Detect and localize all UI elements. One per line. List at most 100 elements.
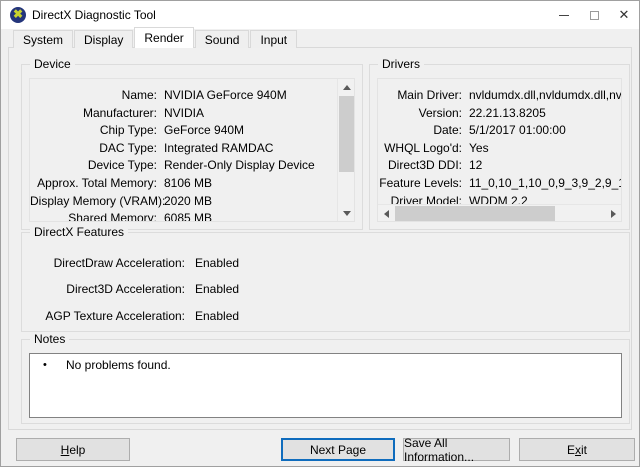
scroll-up-button[interactable] [338,79,355,95]
directx-x-glyph: ✖ [10,6,26,22]
feature-row-direct3d: Direct3D Acceleration: Enabled [22,276,629,302]
device-row-device-type: Device Type:Render-Only Display Device [30,157,336,175]
window-controls: ✕ [549,1,639,29]
device-group-legend: Device [30,57,75,72]
device-vertical-scrollbar[interactable] [337,79,354,221]
scroll-down-button[interactable] [338,205,355,221]
maximize-button[interactable] [579,1,609,29]
note-item: • No problems found. [30,354,621,373]
drivers-whql-label: WHQL Logo'd: [378,140,462,158]
save-all-information-button[interactable]: Save All Information... [403,438,510,461]
tab-display[interactable]: Display [74,30,133,48]
drivers-feature-levels-label: Feature Levels: [378,175,462,193]
tab-strip: System Display Render Sound Input [1,30,298,48]
device-name-label: Name: [30,87,157,105]
tab-system[interactable]: System [13,30,73,48]
tab-input[interactable]: Input [250,30,297,48]
dxdiag-window: ✖ DirectX Diagnostic Tool ✕ System Displ… [0,0,640,467]
device-row-manufacturer: Manufacturer:NVIDIA [30,105,336,123]
directx-features-group: DirectX Features DirectDraw Acceleration… [21,232,630,332]
drivers-ddi-label: Direct3D DDI: [378,157,462,175]
drivers-whql-value: Yes [469,140,489,158]
tab-system-label: System [23,33,63,47]
agp-texture-status: Enabled [195,303,239,329]
device-row-vram: Display Memory (VRAM):2020 MB [30,193,336,211]
drivers-main-driver-label: Main Driver: [378,87,462,105]
tab-sound[interactable]: Sound [195,30,250,48]
title-bar: ✖ DirectX Diagnostic Tool ✕ [1,1,639,29]
render-tab-page: Device Name: NVIDIA GeForce 940M Manufact… [8,47,632,430]
drivers-row-main-driver: Main Driver:nvldumdx.dll,nvldumdx.dll,nv… [378,87,621,105]
scroll-left-button[interactable] [378,205,394,222]
device-row-dac-type: DAC Type:Integrated RAMDAC [30,140,336,158]
scroll-left-icon [384,210,389,218]
device-dac-type-label: DAC Type: [30,140,157,158]
directdraw-status: Enabled [195,250,239,276]
vertical-scroll-thumb[interactable] [339,96,354,172]
direct3d-status: Enabled [195,276,239,302]
drivers-version-label: Version: [378,105,462,123]
device-manufacturer-label: Manufacturer: [30,105,157,123]
scroll-right-button[interactable] [605,205,621,222]
drivers-date-value: 5/1/2017 01:00:00 [469,122,566,140]
drivers-version-value: 22.21.13.8205 [469,105,546,123]
device-row-total-memory: Approx. Total Memory:8106 MB [30,175,336,193]
direct3d-label: Direct3D Acceleration: [22,276,185,302]
feature-row-agp-texture: AGP Texture Acceleration: Enabled [22,303,629,329]
tab-display-label: Display [84,33,123,47]
notes-group: Notes • No problems found. [21,339,630,424]
drivers-feature-levels-value: 11_0,10_1,10_0,9_3,9_2,9_1 [469,175,621,193]
drivers-group-legend: Drivers [378,57,424,72]
agp-texture-label: AGP Texture Acceleration: [22,303,185,329]
scroll-right-icon [611,210,616,218]
tab-input-label: Input [260,33,287,47]
device-row-chip-type: Chip Type: GeForce 940M [30,122,336,140]
drivers-row-feature-levels: Feature Levels: 11_0,10_1,10_0,9_3,9_2,9_… [378,175,621,193]
note-bullet: • [43,358,66,373]
save-all-information-button-label: Save All Information... [404,436,509,464]
next-page-button-label: Next Page [310,443,366,457]
drivers-group: Drivers Main Driver:nvldumdx.dll,nvldumd… [369,64,630,230]
device-shared-memory-value: 6085 MB [164,210,212,222]
close-button[interactable]: ✕ [609,1,639,29]
drivers-row-ddi: Direct3D DDI: 12 [378,157,621,175]
scroll-up-icon [343,85,351,90]
device-chip-type-label: Chip Type: [30,122,157,140]
drivers-row-date: Date: 5/1/2017 01:00:00 [378,122,621,140]
note-text: No problems found. [66,358,171,373]
device-group: Device Name:NVIDIA GeForce 940M Manufact… [21,64,363,230]
device-device-type-label: Device Type: [30,157,157,175]
exit-button[interactable]: Exit [519,438,635,461]
drivers-horizontal-scrollbar[interactable] [378,204,621,221]
device-name-value: NVIDIA GeForce 940M [164,87,287,105]
tab-render[interactable]: Render [134,27,193,48]
drivers-info-panel: Main Driver:nvldumdx.dll,nvldumdx.dll,nv… [377,78,622,222]
features-rows: DirectDraw Acceleration: Enabled Direct3D… [22,233,629,329]
scroll-down-icon [343,211,351,216]
device-total-memory-value: 8106 MB [164,175,212,193]
device-shared-memory-label: Shared Memory: [30,210,157,222]
maximize-icon [590,11,599,20]
horizontal-scroll-thumb[interactable] [395,206,555,221]
directdraw-label: DirectDraw Acceleration: [22,250,185,276]
notes-group-legend: Notes [30,332,69,347]
drivers-ddi-value: 12 [469,157,482,175]
next-page-button[interactable]: Next Page [281,438,395,461]
directx-features-legend: DirectX Features [30,225,128,240]
feature-row-directdraw: DirectDraw Acceleration: Enabled [22,250,629,276]
close-icon: ✕ [619,7,630,23]
help-button-label: Help [61,443,86,457]
help-button[interactable]: Help [16,438,130,461]
device-chip-type-value: GeForce 940M [164,122,244,140]
directx-logo-icon: ✖ [10,7,26,23]
minimize-button[interactable] [549,1,579,29]
tab-sound-label: Sound [205,33,240,47]
drivers-date-label: Date: [378,122,462,140]
device-vram-label: Display Memory (VRAM): [30,193,157,211]
device-info-panel: Name: NVIDIA GeForce 940M Manufacturer:NV… [29,78,355,222]
notes-textbox[interactable]: • No problems found. [29,353,622,418]
tab-render-label: Render [144,31,183,45]
drivers-row-whql: WHQL Logo'd: Yes [378,140,621,158]
minimize-icon [559,15,569,16]
device-row-shared-memory: Shared Memory: 6085 MB [30,210,336,222]
